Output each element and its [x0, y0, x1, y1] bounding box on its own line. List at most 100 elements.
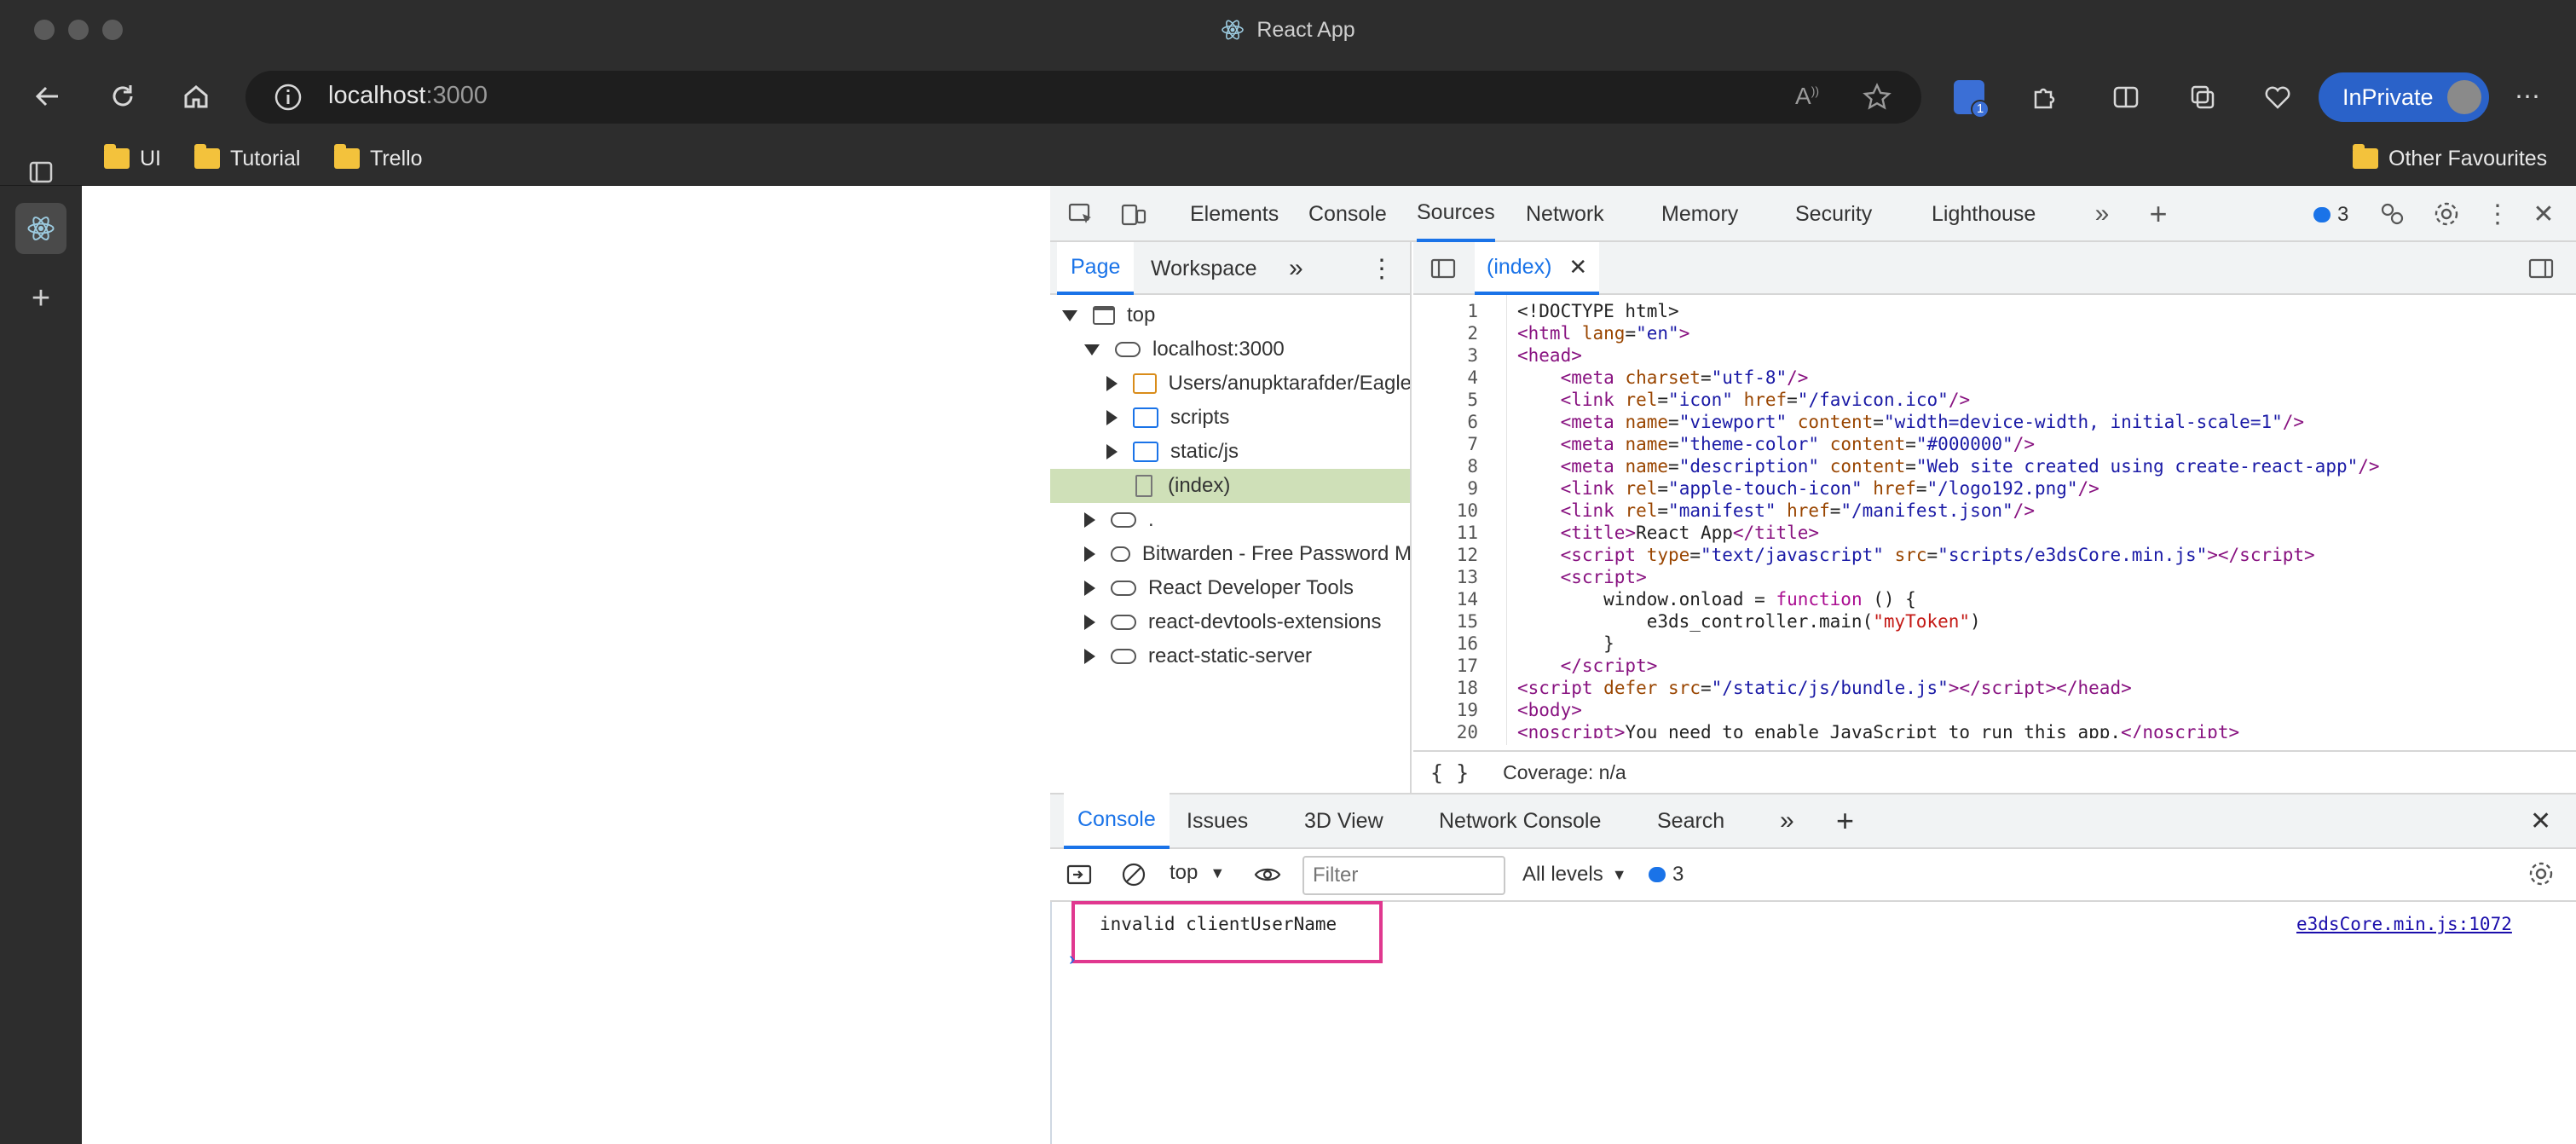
console-issues-counter[interactable]: 3 [1649, 863, 1684, 887]
drawer-tab-issues[interactable]: Issues [1187, 793, 1248, 849]
back-button[interactable] [22, 71, 73, 122]
favorite-ui[interactable]: UI [104, 139, 161, 178]
line-number[interactable]: 8 [1413, 455, 1478, 477]
favorite-tutorial[interactable]: Tutorial [194, 139, 300, 178]
console-sidebar-icon[interactable] [1066, 861, 1093, 893]
tree-item-static-js[interactable]: static/js [1050, 435, 1410, 469]
code-line[interactable]: <meta name="description" content="Web si… [1517, 455, 2380, 477]
code-line[interactable]: e3ds_controller.main("myToken") [1517, 610, 1981, 633]
read-aloud-icon[interactable]: A)) [1795, 83, 1819, 110]
issues-counter[interactable]: 3 [2313, 203, 2348, 227]
close-drawer-icon[interactable]: ✕ [2530, 793, 2551, 849]
close-devtools-icon[interactable]: ✕ [2527, 197, 2561, 231]
drawer-tab-3d-view[interactable]: 3D View [1304, 793, 1383, 849]
home-button[interactable] [170, 71, 222, 122]
refresh-button[interactable] [97, 71, 148, 122]
drawer-tab-console[interactable]: Console [1064, 793, 1170, 849]
settings-gear-icon[interactable] [2429, 197, 2463, 231]
tab-network[interactable]: Network [1526, 186, 1604, 242]
code-line[interactable]: <script defer src="/static/js/bundle.js"… [1517, 677, 2132, 699]
new-tab-button[interactable]: + [15, 273, 66, 324]
context-selector[interactable]: top ▼ [1170, 861, 1225, 885]
code-line[interactable]: <title>React App</title> [1517, 522, 1819, 544]
tree-item-users-folder[interactable]: Users/anupktarafder/Eagle [1050, 367, 1410, 401]
line-number[interactable]: 7 [1413, 433, 1478, 455]
line-number[interactable]: 20 [1413, 721, 1478, 743]
line-number[interactable]: 13 [1413, 566, 1478, 588]
nav-tab-workspace[interactable]: Workspace [1151, 242, 1257, 295]
clear-console-icon[interactable] [1120, 861, 1147, 893]
nav-menu-icon[interactable]: ⋮ [1369, 242, 1395, 295]
site-info-icon[interactable] [273, 82, 303, 117]
code-line[interactable]: <meta charset="utf-8"/> [1517, 367, 1809, 389]
line-number[interactable]: 6 [1413, 411, 1478, 433]
web-page-viewport[interactable] [82, 186, 1050, 1144]
code-line[interactable]: <meta name="viewport" content="width=dev… [1517, 411, 2304, 433]
tab-lighthouse[interactable]: Lighthouse [1932, 186, 2036, 242]
tab-console[interactable]: Console [1308, 186, 1387, 242]
console-settings-gear-icon[interactable] [2527, 859, 2556, 893]
live-expression-eye-icon[interactable] [1253, 861, 1282, 893]
code-line[interactable]: <link rel="manifest" href="/manifest.jso… [1517, 500, 2035, 522]
code-line[interactable]: <link rel="apple-touch-icon" href="/logo… [1517, 477, 2099, 500]
code-line[interactable]: <script> [1517, 566, 1647, 588]
line-number[interactable]: 1 [1413, 300, 1478, 322]
code-line[interactable]: } [1517, 633, 1614, 655]
drawer-tab-search[interactable]: Search [1657, 793, 1724, 849]
more-tabs-icon[interactable]: » [2085, 197, 2119, 231]
avatar[interactable] [2445, 78, 2484, 117]
close-tab-icon[interactable]: ✕ [1568, 254, 1587, 280]
code-line[interactable]: <body> [1517, 699, 1582, 721]
nav-more-icon[interactable]: » [1289, 242, 1303, 295]
drawer-more-icon[interactable]: » [1780, 793, 1794, 849]
customize-devtools-icon[interactable] [2375, 197, 2409, 231]
code-line[interactable]: <head> [1517, 344, 1582, 367]
tab-security[interactable]: Security [1795, 186, 1872, 242]
toggle-debugger-icon[interactable] [2527, 254, 2556, 287]
tab-elements[interactable]: Elements [1190, 186, 1279, 242]
line-number[interactable]: 15 [1413, 610, 1478, 633]
tab-memory[interactable]: Memory [1661, 186, 1738, 242]
line-number[interactable]: 18 [1413, 677, 1478, 699]
log-levels-dropdown[interactable]: All levels ▼ [1522, 863, 1627, 887]
tree-item-dot[interactable]: . [1050, 503, 1410, 537]
line-number[interactable]: 17 [1413, 655, 1478, 677]
collections-icon[interactable] [2187, 82, 2218, 117]
line-number[interactable]: 9 [1413, 477, 1478, 500]
more-menu-icon[interactable]: ⋯ [2515, 82, 2540, 112]
code-line[interactable]: <script type="text/javascript" src="scri… [1517, 544, 2315, 566]
line-number[interactable]: 5 [1413, 389, 1478, 411]
toggle-navigator-icon[interactable] [1429, 254, 1458, 287]
line-number[interactable]: 10 [1413, 500, 1478, 522]
device-toolbar-icon[interactable] [1117, 197, 1151, 231]
tree-item-scripts[interactable]: scripts [1050, 401, 1410, 435]
tree-item-bitwarden[interactable]: Bitwarden - Free Password M [1050, 537, 1410, 571]
tree-item-react-static-server[interactable]: react-static-server [1050, 639, 1410, 673]
tree-item-react-devtools[interactable]: React Developer Tools [1050, 571, 1410, 605]
favorite-star-icon[interactable] [1862, 82, 1892, 117]
add-tab-icon[interactable]: + [2141, 196, 2175, 231]
drawer-tab-network-console[interactable]: Network Console [1439, 793, 1601, 849]
line-number[interactable]: 2 [1413, 322, 1478, 344]
tab-sources[interactable]: Sources [1417, 186, 1495, 242]
pretty-print-button[interactable]: { } [1430, 760, 1469, 785]
line-number[interactable]: 4 [1413, 367, 1478, 389]
drawer-add-icon[interactable]: + [1836, 793, 1854, 849]
line-number[interactable]: 3 [1413, 344, 1478, 367]
tab-react-app[interactable] [15, 203, 66, 254]
code-line[interactable]: <html lang="en"> [1517, 322, 1689, 344]
line-number[interactable]: 14 [1413, 588, 1478, 610]
line-number[interactable]: 12 [1413, 544, 1478, 566]
extensions-icon[interactable] [2029, 82, 2059, 117]
line-number[interactable]: 19 [1413, 699, 1478, 721]
inspect-element-icon[interactable] [1064, 197, 1098, 231]
devtools-more-icon[interactable]: ⋮ [2481, 197, 2515, 231]
code-line[interactable]: <meta name="theme-color" content="#00000… [1517, 433, 2035, 455]
favorite-trello[interactable]: Trello [334, 139, 423, 178]
nav-tab-page[interactable]: Page [1057, 242, 1135, 295]
editor-tab-index[interactable]: (index) ✕ [1475, 242, 1600, 295]
line-number[interactable]: 16 [1413, 633, 1478, 655]
split-screen-icon[interactable] [2111, 82, 2141, 117]
address-bar[interactable] [245, 71, 1921, 124]
code-line[interactable]: <!DOCTYPE html> [1517, 300, 1679, 322]
